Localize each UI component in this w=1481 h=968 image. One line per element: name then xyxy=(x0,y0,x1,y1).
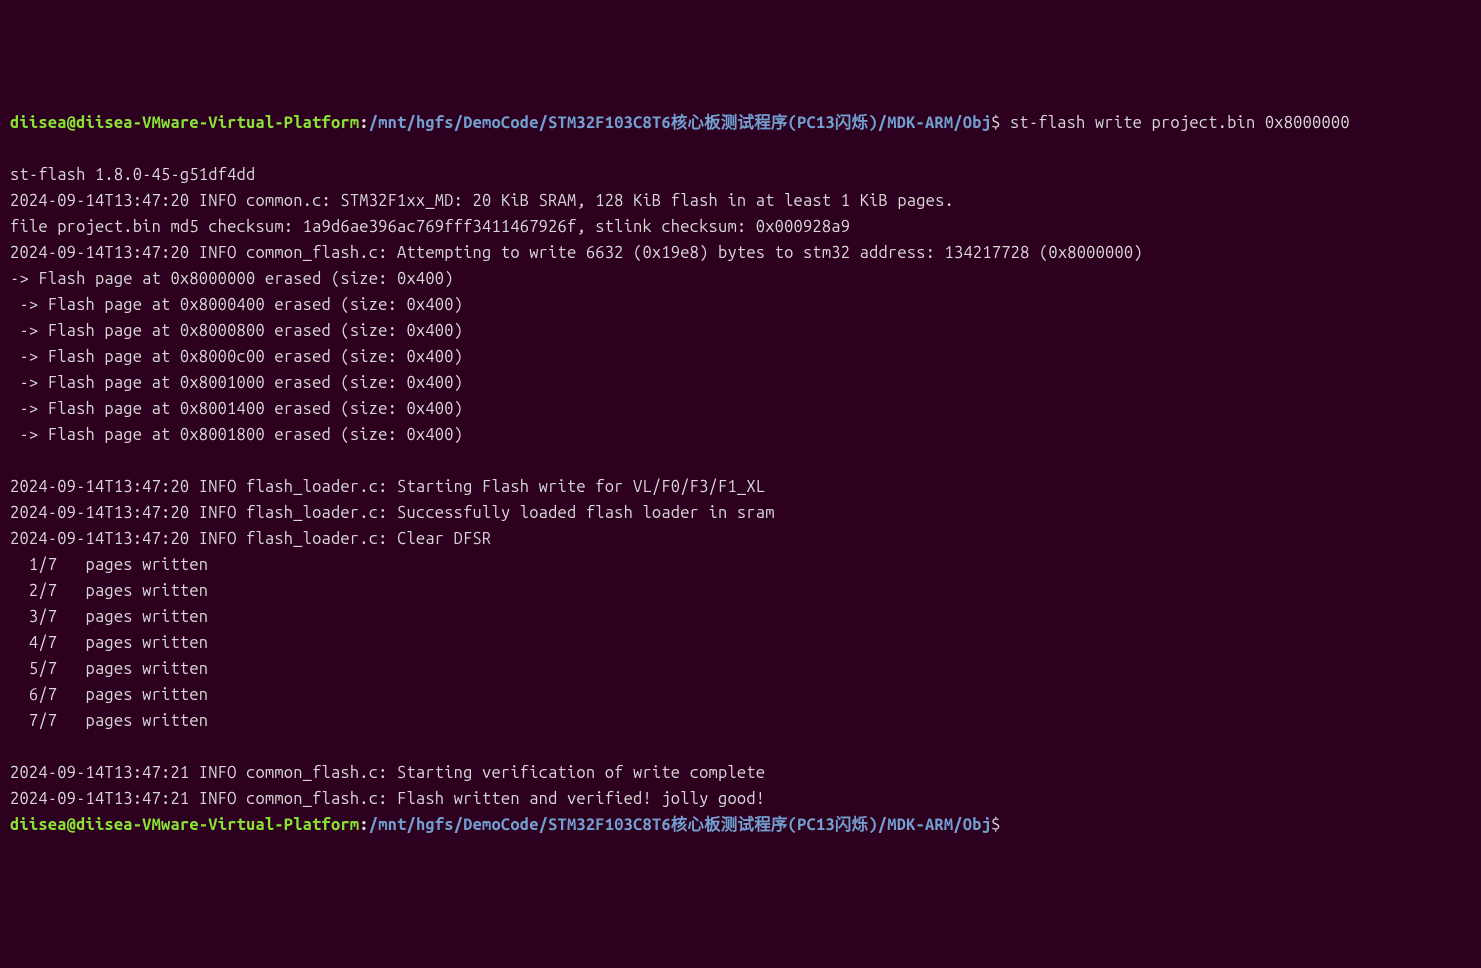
terminal-output-line: 2024-09-14T13:47:20 INFO flash_loader.c:… xyxy=(10,500,1471,526)
terminal-output-line: 2024-09-14T13:47:21 INFO common_flash.c:… xyxy=(10,760,1471,786)
terminal-output-line: -> Flash page at 0x8001800 erased (size:… xyxy=(10,422,1471,448)
prompt-colon: : xyxy=(359,816,368,834)
terminal-output-line: 2024-09-14T13:47:20 INFO flash_loader.c:… xyxy=(10,526,1471,552)
prompt-user: diisea xyxy=(10,816,67,834)
blank-line xyxy=(10,136,1471,162)
terminal-output-line: -> Flash page at 0x8000c00 erased (size:… xyxy=(10,344,1471,370)
terminal-output-line: -> Flash page at 0x8000800 erased (size:… xyxy=(10,318,1471,344)
prompt-path: /mnt/hgfs/DemoCode/STM32F103C8T6核心板测试程序(… xyxy=(369,816,991,834)
terminal-output-line: 6/7 pages written xyxy=(10,682,1471,708)
terminal-output-line: 2024-09-14T13:47:20 INFO flash_loader.c:… xyxy=(10,474,1471,500)
prompt-user: diisea xyxy=(10,114,67,132)
terminal-output-line: file project.bin md5 checksum: 1a9d6ae39… xyxy=(10,214,1471,240)
prompt-at: @ xyxy=(67,816,76,834)
terminal-output-line: -> Flash page at 0x8001000 erased (size:… xyxy=(10,370,1471,396)
prompt-colon: : xyxy=(359,114,368,132)
terminal-output-line: -> Flash page at 0x8001400 erased (size:… xyxy=(10,396,1471,422)
terminal-output-line: 4/7 pages written xyxy=(10,630,1471,656)
terminal-output-line: -> Flash page at 0x8000000 erased (size:… xyxy=(10,266,1471,292)
terminal-output-line: 3/7 pages written xyxy=(10,604,1471,630)
terminal-output-line: 2024-09-14T13:47:20 INFO common_flash.c:… xyxy=(10,240,1471,266)
command-text[interactable]: st-flash write project.bin 0x8000000 xyxy=(1001,114,1350,132)
terminal-output-line: 5/7 pages written xyxy=(10,656,1471,682)
prompt-host: diisea-VMware-Virtual-Platform xyxy=(76,816,359,834)
blank-line xyxy=(10,448,1471,474)
terminal-window[interactable]: diisea@diisea-VMware-Virtual-Platform:/m… xyxy=(10,110,1471,838)
prompt2: diisea@diisea-VMware-Virtual-Platform:/m… xyxy=(10,812,1471,838)
terminal-output-line: 7/7 pages written xyxy=(10,708,1471,734)
blank-line xyxy=(10,734,1471,760)
terminal-output-line: 2/7 pages written xyxy=(10,578,1471,604)
terminal-output-line: 1/7 pages written xyxy=(10,552,1471,578)
prompt-at: @ xyxy=(67,114,76,132)
terminal-output-line: st-flash 1.8.0-45-g51df4dd xyxy=(10,162,1471,188)
prompt-path: /mnt/hgfs/DemoCode/STM32F103C8T6核心板测试程序(… xyxy=(369,114,991,132)
terminal-output-line: 2024-09-14T13:47:21 INFO common_flash.c:… xyxy=(10,786,1471,812)
prompt1: diisea@diisea-VMware-Virtual-Platform:/m… xyxy=(10,110,1471,136)
prompt-dollar: $ xyxy=(991,816,1000,834)
prompt-dollar: $ xyxy=(991,114,1000,132)
terminal-output-line: 2024-09-14T13:47:20 INFO common.c: STM32… xyxy=(10,188,1471,214)
terminal-output-line: -> Flash page at 0x8000400 erased (size:… xyxy=(10,292,1471,318)
prompt-host: diisea-VMware-Virtual-Platform xyxy=(76,114,359,132)
